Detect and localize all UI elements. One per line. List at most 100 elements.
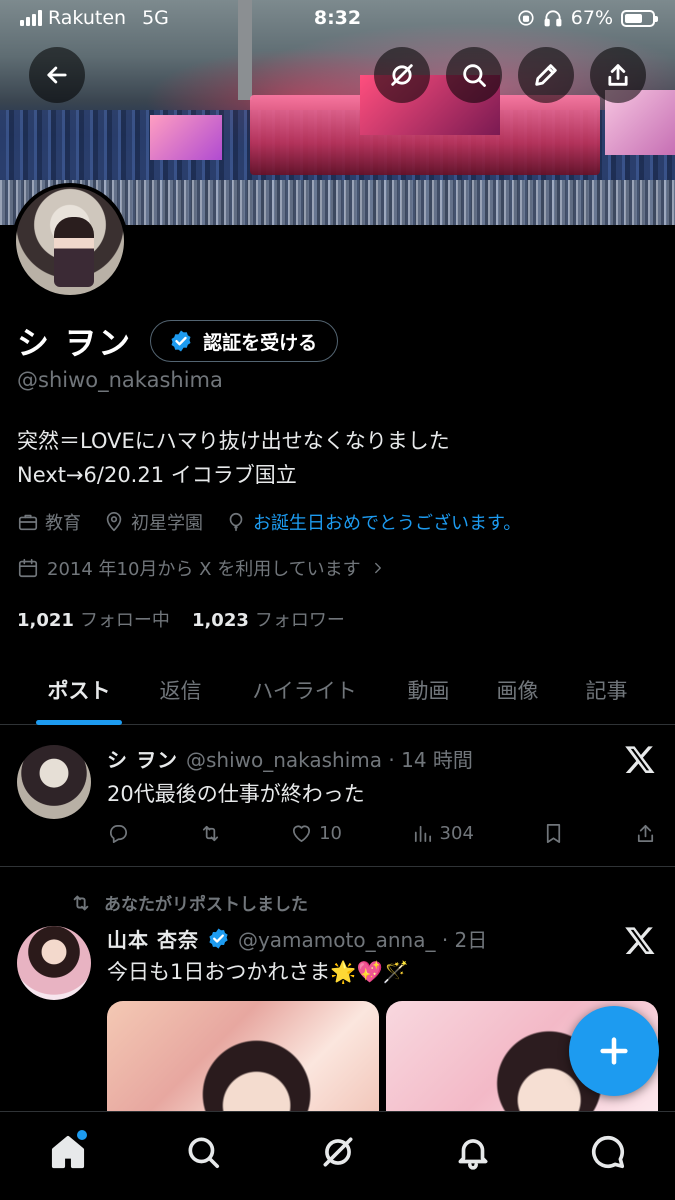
orientation-lock-icon [518,10,534,26]
post-header: シ ヲン @shiwo_nakashima · 14 時間 [107,744,473,773]
chevron-right-icon[interactable] [369,559,387,577]
edit-button[interactable] [518,47,574,103]
view-count: 304 [439,823,474,844]
post-handle-time: @yamamoto_anna_ · 2日 [237,928,488,952]
battery-percent: 67% [570,7,613,29]
joined-row: 2014 年10月から X を利用しています [17,555,387,581]
x-logo-icon [625,927,655,954]
carrier-info: Rakuten 5G [20,7,169,29]
message-icon [591,1135,624,1169]
tab-articles[interactable]: 記事 [584,655,629,725]
location-item: 初星学園 [103,509,203,535]
search-icon [463,64,486,87]
post-avatar[interactable] [17,745,91,819]
nav-messages[interactable] [578,1122,638,1182]
pencil-icon [535,64,557,86]
post-author-name[interactable]: シ ヲン [107,744,178,773]
tab-videos[interactable]: 動画 [406,655,451,725]
plus-icon [600,1037,628,1065]
views-chart-icon [414,825,431,843]
nav-notifications[interactable] [443,1122,503,1182]
bottom-navigation [0,1111,675,1200]
like-button[interactable]: 10 [290,822,342,845]
carrier-name: Rakuten [48,7,127,29]
search-icon [188,1137,219,1169]
reply-icon [109,824,128,843]
network-type: 5G [142,7,169,29]
reply-button[interactable] [107,822,130,845]
nav-grok[interactable] [308,1122,368,1182]
tab-replies[interactable]: 返信 [158,655,203,725]
tab-posts[interactable]: ポスト [0,655,158,725]
profile-handle: @shiwo_nakashima [17,368,223,392]
post-author-name[interactable]: 山本 杏奈 [107,924,199,953]
follow-stats: 1,021 フォロー中 1,023 フォロワー [17,606,345,632]
repost-indicator: あなたがリポストしました [70,890,308,915]
share-button[interactable] [590,47,646,103]
grok-button[interactable] [374,47,430,103]
briefcase-icon [18,514,38,531]
search-button[interactable] [446,47,502,103]
profile-tabs: ポスト 返信 ハイライト 動画 画像 記事 [0,655,675,725]
heart-icon [293,825,311,843]
post-share-button[interactable] [634,822,657,845]
nav-home[interactable] [38,1122,98,1182]
grok-icon [391,64,413,86]
profile-meta: 教育 初星学園 お誕生日おめでとうございます。 [17,509,535,535]
repost-label: あなたがリポストしました [104,895,308,915]
battery-icon [621,9,658,27]
repost-icon [202,825,218,842]
bookmark-icon [547,824,561,843]
views-button[interactable]: 304 [411,822,474,845]
get-verified-button[interactable]: 認証を受ける [150,320,339,362]
calendar-icon [18,558,38,578]
get-verified-label: 認証を受ける [203,331,318,354]
followers-count: 1,023 [191,610,249,631]
bookmark-button[interactable] [542,822,565,845]
repost-icon [73,895,89,910]
share-icon [637,824,654,843]
verified-badge-icon [209,928,228,949]
post-handle-time: @shiwo_nakashima · 14 時間 [185,748,473,772]
compose-button[interactable] [569,1006,659,1096]
balloon-icon [229,512,243,532]
back-arrow-icon [47,66,67,84]
post-actions: 10 304 [107,822,657,845]
following-link[interactable]: 1,021 フォロー中 [17,606,170,632]
tab-highlights[interactable]: ハイライト [203,655,406,725]
avatar-figure [54,217,94,287]
following-label: フォロー中 [79,610,170,631]
profile-name-row: シ ヲン 認証を受ける [17,318,339,364]
bio-line-1: 突然＝LOVEにハマり抜け出せなくなりました [17,429,450,453]
category-item: 教育 [17,509,81,535]
location-pin-icon [106,512,122,532]
profile-bio: 突然＝LOVEにハマり抜け出せなくなりました Next→6/20.21 イコラブ… [17,424,450,492]
post-image-1[interactable] [107,1001,379,1111]
repost-button[interactable] [199,822,222,845]
tab-images[interactable]: 画像 [451,655,584,725]
post-text: 20代最後の仕事が終わった [107,782,365,806]
post-divider [0,866,675,867]
status-bar: Rakuten 5G 8:32 67% [0,0,675,36]
headphones-icon [544,10,562,27]
birthday-item[interactable]: お誕生日おめでとうございます。 [225,509,521,535]
profile-name: シ ヲン [17,324,133,362]
share-icon [608,64,628,86]
profile-avatar[interactable] [12,183,128,299]
birthday-link[interactable]: お誕生日おめでとうございます。 [253,509,521,535]
followers-label: フォロワー [254,610,345,631]
bio-line-2: Next→6/20.21 イコラブ国立 [17,463,297,487]
post-text: 今日も1日おつかれさま🌟💖🪄 [107,960,409,984]
post-header: 山本 杏奈 @yamamoto_anna_ · 2日 [107,924,487,953]
like-count: 10 [319,823,342,844]
back-button[interactable] [29,47,85,103]
grok-icon [323,1137,352,1167]
post-avatar[interactable] [17,926,91,1000]
notification-dot [76,1130,87,1140]
followers-link[interactable]: 1,023 フォロワー [192,606,345,632]
nav-search[interactable] [173,1122,233,1182]
bell-icon [458,1139,487,1170]
banner-screen-left [150,115,222,160]
verified-badge-icon [171,330,191,352]
location-text: 初星学園 [131,513,203,534]
